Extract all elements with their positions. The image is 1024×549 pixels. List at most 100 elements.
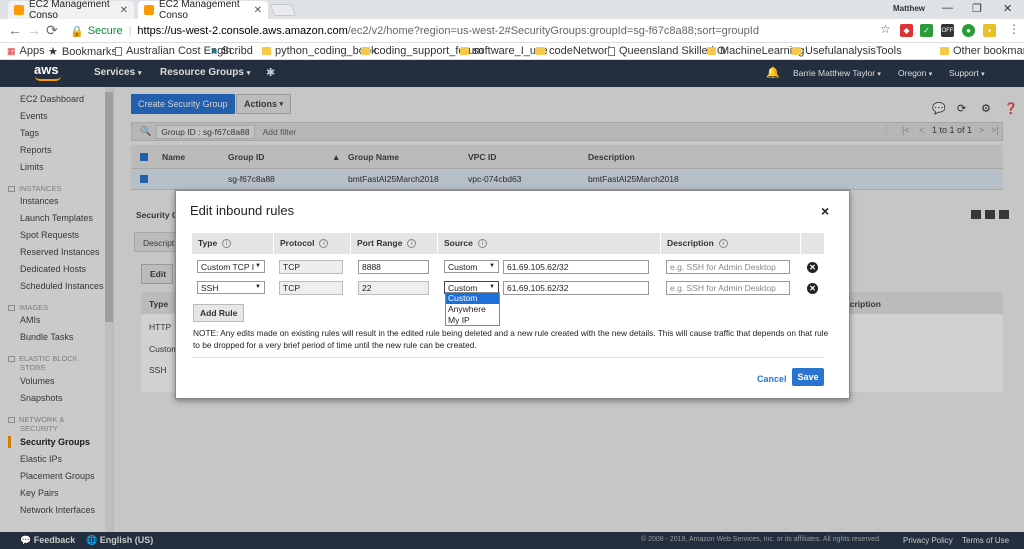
info-icon[interactable]: i [407, 239, 417, 249]
url-field[interactable]: 🔒 Secure | https://us-west-2.console.aws… [70, 22, 880, 40]
new-tab-button[interactable] [269, 4, 297, 16]
close-icon[interactable]: × [821, 203, 829, 219]
rule-source-cidr-input[interactable]: 61.69.105.62/32 [503, 281, 649, 295]
dropdown-arrow-icon: ▼ [489, 284, 495, 290]
folder-icon [940, 47, 949, 55]
privacy-policy-link[interactable]: Privacy Policy [903, 536, 953, 545]
page-icon [115, 46, 122, 56]
secure-label: Secure [87, 25, 123, 37]
terms-of-use-link[interactable]: Terms of Use [962, 536, 1009, 545]
chat-icon: 💬 [20, 535, 32, 545]
remove-rule-icon[interactable]: ✕ [807, 262, 818, 273]
bookmark-folder[interactable]: MachineLearning [707, 45, 804, 57]
column-divider [350, 233, 351, 254]
close-window-icon[interactable]: ✕ [1003, 2, 1012, 15]
extension-shield-icon[interactable]: ◆ [900, 24, 913, 37]
modal-title: Edit inbound rules [190, 203, 295, 218]
rule-description-input[interactable]: e.g. SSH for Admin Desktop [666, 281, 790, 295]
aws-smile-icon [35, 76, 61, 81]
bookmark-folder[interactable]: software_I_use [460, 45, 548, 57]
info-icon[interactable]: i [319, 239, 329, 249]
rule-protocol-field: TCP [279, 260, 343, 274]
browser-tab[interactable]: EC2 Management Conso ✕ [8, 0, 134, 21]
rule-port-input[interactable]: 8888 [358, 260, 429, 274]
chevron-down-icon: ▾ [981, 71, 985, 78]
folder-icon [792, 47, 801, 55]
bookmark-other[interactable]: Other bookmarks [940, 45, 1024, 57]
url-host: https://us-west-2.console.aws.amazon.com [137, 25, 348, 37]
extension-circle-icon[interactable]: ● [962, 24, 975, 37]
chevron-down-icon: ▾ [928, 71, 933, 78]
column-header-port-range: Port Range i [357, 238, 417, 249]
support-menu[interactable]: Support ▾ [949, 68, 985, 78]
rule-port-field: 22 [358, 281, 429, 295]
column-header-type: Type i [198, 238, 232, 249]
apps-grid-icon: ▦ [7, 45, 16, 56]
lock-icon: 🔒 [70, 25, 84, 38]
bookmark-folder[interactable]: UsefulanalysisTools [792, 45, 902, 57]
source-option-custom[interactable]: Custom [446, 293, 499, 304]
close-tab-icon[interactable]: ✕ [254, 5, 262, 16]
chevron-down-icon: ▾ [246, 70, 251, 77]
dropdown-arrow-icon: ▼ [255, 284, 261, 290]
profile-name[interactable]: Matthew [893, 4, 925, 13]
bookmark-star-icon[interactable]: ☆ [880, 22, 891, 36]
bookmark-item[interactable]: ● Scribd [211, 45, 253, 57]
extension-check-icon[interactable]: ✓ [920, 24, 933, 37]
pin-icon[interactable]: ✱ [266, 66, 275, 79]
extension-off-icon[interactable]: OFF [941, 24, 954, 37]
reload-icon[interactable]: ⟳ [46, 22, 58, 39]
browser-menu-icon[interactable]: ⋮ [1008, 22, 1020, 36]
info-icon[interactable]: i [222, 239, 232, 249]
column-header-source: Source i [444, 238, 487, 249]
maximize-icon[interactable]: ❐ [972, 2, 982, 15]
rule-type-select[interactable]: SSH ▼ [197, 281, 265, 294]
url-path: /ec2/v2/home?region=us-west-2#SecurityGr… [347, 25, 759, 37]
folder-icon [707, 47, 716, 55]
extension-square-icon[interactable]: ▪ [983, 24, 996, 37]
region-menu[interactable]: Oregon ▾ [898, 68, 932, 78]
aws-favicon-icon [144, 5, 154, 15]
feedback-link[interactable]: 💬 Feedback [20, 535, 75, 546]
services-menu[interactable]: Services ▾ [94, 67, 141, 78]
scribd-icon: ● [211, 45, 218, 57]
dropdown-arrow-icon: ▼ [255, 263, 261, 269]
rule-source-select[interactable]: Custom ▼ [444, 260, 499, 273]
rule-type-select[interactable]: Custom TCP I ▼ [197, 260, 265, 273]
close-tab-icon[interactable]: ✕ [120, 5, 128, 16]
dropdown-arrow-icon: ▼ [489, 263, 495, 269]
rule-description-input[interactable]: e.g. SSH for Admin Desktop [666, 260, 790, 274]
column-divider [660, 233, 661, 254]
save-button[interactable]: Save [792, 368, 824, 386]
bookmark-bookmarks[interactable]: ★ Bookmarks [48, 45, 117, 59]
browser-tab-active[interactable]: EC2 Management Conso ✕ [138, 0, 268, 21]
info-icon[interactable]: i [718, 239, 728, 249]
column-header-protocol: Protocol i [280, 238, 329, 249]
forward-icon[interactable]: → [27, 22, 41, 38]
source-option-my-ip[interactable]: My IP [446, 315, 499, 326]
info-icon[interactable]: i [477, 239, 487, 249]
remove-rule-icon[interactable]: ✕ [807, 283, 818, 294]
cancel-button[interactable]: Cancel [757, 374, 787, 384]
bookmark-folder[interactable]: python_coding_book [262, 45, 377, 57]
source-option-anywhere[interactable]: Anywhere [446, 304, 499, 315]
bell-icon[interactable]: 🔔 [766, 66, 780, 79]
add-rule-button[interactable]: Add Rule [193, 304, 245, 322]
folder-icon [262, 47, 271, 55]
back-icon[interactable]: ← [8, 22, 22, 38]
url-separator: | [128, 25, 132, 37]
aws-logo[interactable]: aws [34, 62, 59, 77]
language-selector[interactable]: 🌐 English (US) [86, 535, 153, 546]
user-menu[interactable]: Barrie Matthew Taylor ▾ [793, 68, 881, 78]
resource-groups-menu[interactable]: Resource Groups ▾ [160, 67, 250, 78]
copyright-text: © 2008 - 2018, Amazon Web Services, Inc.… [641, 536, 881, 543]
rule-source-cidr-input[interactable]: 61.69.105.62/32 [503, 260, 649, 274]
bookmark-apps[interactable]: ▦ Apps [7, 45, 45, 57]
chevron-down-icon: ▾ [877, 71, 881, 78]
star-icon: ★ [48, 46, 58, 58]
minimize-icon[interactable]: — [942, 2, 953, 14]
rule-protocol-field: TCP [279, 281, 343, 295]
bookmark-folder[interactable]: codeNetwork [536, 45, 613, 57]
globe-icon: 🌐 [86, 535, 98, 545]
column-divider [437, 233, 438, 254]
